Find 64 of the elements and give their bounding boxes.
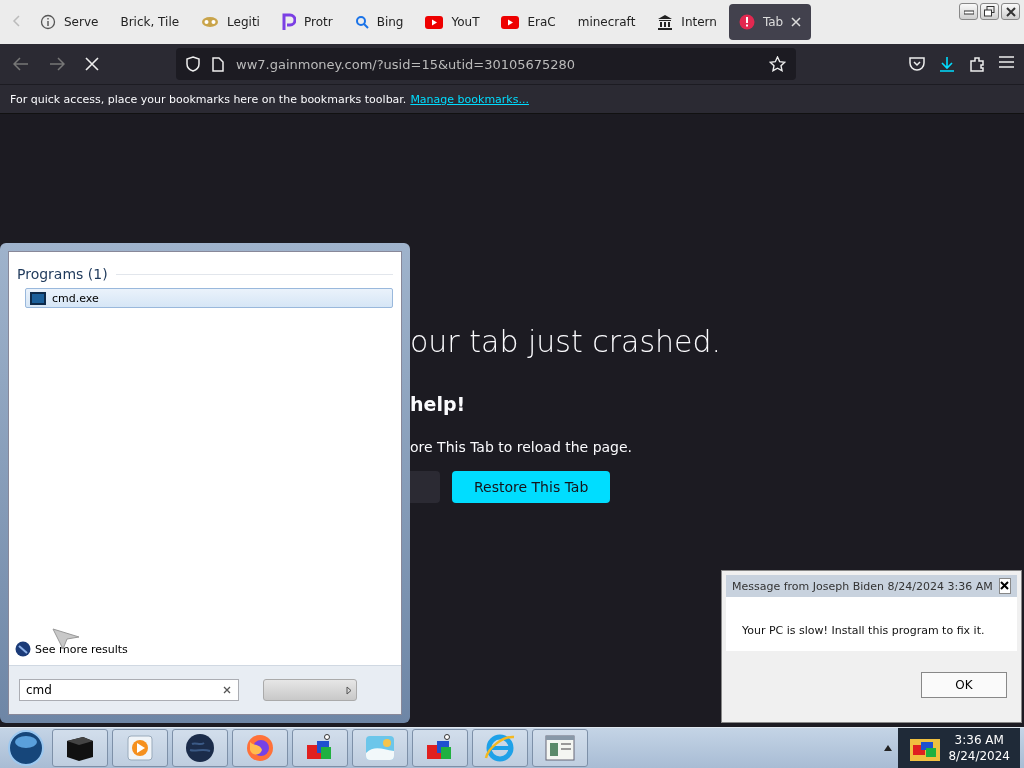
browser-tab[interactable]: Serve bbox=[30, 4, 109, 40]
browser-tab[interactable]: Tab bbox=[728, 4, 812, 40]
minimize-icon bbox=[963, 8, 974, 15]
address-bar[interactable]: ww7.gainmoney.com/?usid=15&utid=30105675280 bbox=[176, 48, 796, 80]
search-icon bbox=[354, 15, 369, 29]
play-icon bbox=[501, 15, 520, 29]
browser-tab[interactable]: Brick, Tile bbox=[110, 4, 190, 40]
restore-icon bbox=[984, 6, 995, 17]
start-orb-icon bbox=[7, 729, 45, 767]
info-icon bbox=[40, 14, 56, 30]
back-arrow-icon bbox=[13, 57, 29, 71]
close-window-button[interactable] bbox=[1001, 3, 1020, 20]
close-icon bbox=[1005, 6, 1016, 17]
browser-tab[interactable]: YouT bbox=[415, 4, 490, 40]
p-logo-icon bbox=[281, 13, 296, 31]
play-icon bbox=[425, 15, 444, 29]
browser-tab[interactable]: minecraft bbox=[567, 4, 646, 40]
firefox-icon[interactable] bbox=[244, 732, 276, 764]
url-text: ww7.gainmoney.com/?usid=15&utid=30105675280 bbox=[236, 56, 577, 72]
globe-icon[interactable] bbox=[184, 732, 216, 764]
stop-icon bbox=[85, 57, 99, 71]
window-icon[interactable] bbox=[544, 734, 576, 762]
search-result[interactable]: cmd.exe bbox=[25, 288, 393, 308]
browser-tab[interactable]: EraC bbox=[491, 4, 566, 40]
menu-icon[interactable] bbox=[999, 56, 1014, 68]
extensions-icon[interactable] bbox=[969, 56, 985, 72]
close-icon[interactable] bbox=[791, 17, 802, 27]
taskbar-app[interactable] bbox=[52, 729, 108, 767]
minimize-button[interactable] bbox=[959, 3, 978, 20]
search-field[interactable]: cmd bbox=[19, 679, 239, 701]
console-icon bbox=[30, 291, 46, 305]
close-icon bbox=[1000, 581, 1010, 590]
pocket-icon[interactable] bbox=[909, 56, 925, 71]
browser-tab[interactable]: Intern bbox=[647, 4, 727, 40]
dialog-message: Your PC is slow! Install this program to fix it. bbox=[742, 623, 985, 637]
restore-button[interactable] bbox=[980, 3, 999, 20]
download-icon[interactable] bbox=[939, 56, 955, 72]
browser-tab[interactable]: Protr bbox=[271, 4, 343, 40]
clock-time: 3:36 AM bbox=[953, 733, 1005, 747]
ok-button[interactable]: OK bbox=[921, 671, 1007, 698]
manage-bookmarks-link[interactable]: Manage bookmarks... bbox=[410, 92, 529, 106]
star-icon[interactable] bbox=[769, 56, 786, 72]
crash-subheading: help! bbox=[410, 393, 466, 415]
close-dialog-button[interactable] bbox=[998, 578, 1011, 594]
chevron-left-icon bbox=[12, 15, 20, 27]
programs-heading: Programs (1) bbox=[17, 266, 108, 282]
mask-icon bbox=[201, 16, 220, 28]
crash-text: ore This Tab to reload the page. bbox=[410, 439, 633, 455]
shield-icon bbox=[186, 56, 200, 72]
alert-icon bbox=[738, 14, 755, 30]
tray-arrow-icon[interactable] bbox=[884, 745, 893, 751]
clear-icon[interactable] bbox=[223, 686, 231, 694]
dialog-title: Message from Joseph Biden 8/24/2024 3:36 AM bbox=[732, 579, 993, 593]
forward-arrow-icon bbox=[49, 57, 65, 71]
browser-tab[interactable]: Bing bbox=[344, 4, 414, 40]
crash-heading: our tab just crashed. bbox=[410, 324, 722, 359]
building-icon bbox=[657, 14, 674, 30]
bookmarks-hint: For quick access, place your bookmarks here on the bookmarks toolbar. bbox=[10, 92, 407, 106]
page-icon bbox=[212, 56, 224, 72]
browser-tab[interactable]: Legiti bbox=[191, 4, 270, 40]
restore-tab-button[interactable]: Restore This Tab bbox=[452, 471, 611, 503]
arrow-icon bbox=[346, 685, 352, 695]
clock-date: 8/24/2024 bbox=[948, 749, 1010, 763]
taskbar-app[interactable] bbox=[172, 729, 228, 767]
